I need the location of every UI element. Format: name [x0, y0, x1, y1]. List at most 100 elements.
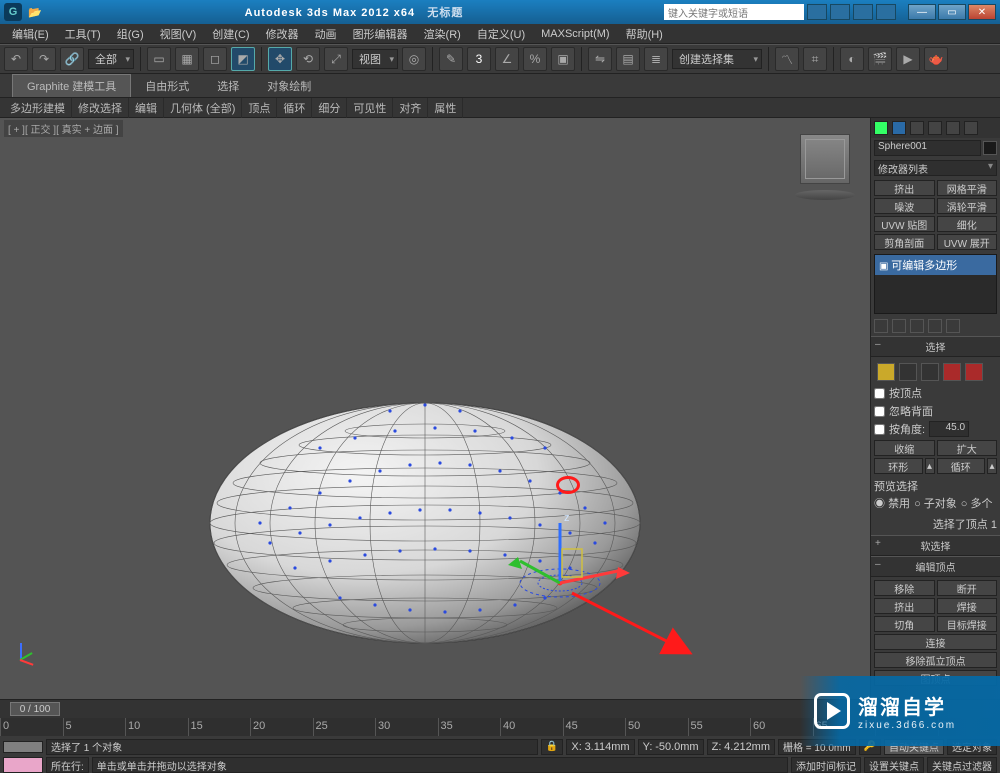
preset-uvwmap[interactable]: UVW 贴图: [874, 216, 935, 232]
tab-utility-icon[interactable]: [964, 121, 978, 135]
radio-multi[interactable]: ○ 多个: [961, 495, 993, 511]
rib2-modsel[interactable]: 修改选择: [72, 98, 129, 118]
close-button[interactable]: ✕: [968, 4, 996, 20]
object-color-swatch[interactable]: [983, 141, 997, 155]
select-region-button[interactable]: ◻: [203, 47, 227, 71]
rib2-geomall[interactable]: 几何体 (全部): [164, 98, 242, 118]
rib2-vis[interactable]: 可见性: [347, 98, 393, 118]
btn-target-weld[interactable]: 目标焊接: [937, 616, 998, 632]
btn-remove[interactable]: 移除: [874, 580, 935, 596]
redo-button[interactable]: ↷: [32, 47, 56, 71]
viewport-label[interactable]: [ + ][ 正交 ][ 真实 + 边面 ]: [4, 120, 123, 137]
angle-spinner[interactable]: 45.0: [929, 421, 969, 437]
rotate-button[interactable]: ⟲: [296, 47, 320, 71]
rib2-polymodel[interactable]: 多边形建模: [4, 98, 72, 118]
help-go-icon[interactable]: [807, 4, 827, 20]
undo-button[interactable]: ↶: [4, 47, 28, 71]
percent-snap-button[interactable]: %: [523, 47, 547, 71]
named-selection-combo[interactable]: 创建选择集: [672, 49, 762, 69]
show-end-icon[interactable]: [892, 319, 906, 333]
preset-refine[interactable]: 细化: [937, 216, 998, 232]
pin-stack-icon[interactable]: [874, 319, 888, 333]
btn-extrude[interactable]: 挤出: [874, 598, 935, 614]
menu-customize[interactable]: 自定义(U): [469, 26, 533, 42]
coord-z[interactable]: Z: 4.212mm: [707, 739, 775, 755]
manip-button[interactable]: ✎: [439, 47, 463, 71]
app-open-icon[interactable]: 📂: [26, 3, 44, 21]
coord-y[interactable]: Y: -50.0mm: [638, 739, 704, 755]
select-name-button[interactable]: ▦: [175, 47, 199, 71]
loop-spin-icon[interactable]: ▴: [987, 458, 997, 474]
btn-loop[interactable]: 循环: [937, 458, 986, 474]
viewport-persp[interactable]: [ + ][ 正交 ][ 真实 + 边面 ]: [0, 118, 870, 699]
tab-hierarchy-icon[interactable]: [910, 121, 924, 135]
menu-edit[interactable]: 编辑(E): [4, 26, 57, 42]
menu-help[interactable]: 帮助(H): [618, 26, 671, 42]
menu-render[interactable]: 渲染(R): [416, 26, 469, 42]
tab-create-icon[interactable]: [874, 121, 888, 135]
preset-meshsmooth[interactable]: 网格平滑: [937, 180, 998, 196]
viewcube-face-icon[interactable]: [800, 134, 850, 184]
schematic-view-button[interactable]: ⌗: [803, 47, 827, 71]
minimize-button[interactable]: —: [908, 4, 936, 20]
menu-group[interactable]: 组(G): [109, 26, 152, 42]
chk-by-vertex[interactable]: 按顶点: [874, 384, 997, 402]
snap-toggle-button[interactable]: 3: [467, 47, 491, 71]
time-slider-knob[interactable]: 0 / 100: [10, 702, 60, 716]
ribbon-tab-freeform[interactable]: 自由形式: [131, 75, 203, 97]
select-button[interactable]: ▭: [147, 47, 171, 71]
render-setup-button[interactable]: 🎬: [868, 47, 892, 71]
menu-tools[interactable]: 工具(T): [57, 26, 109, 42]
menu-maxscript[interactable]: MAXScript(M): [533, 28, 617, 40]
preset-uvwunwrap[interactable]: UVW 展开: [937, 234, 998, 250]
chk-by-angle[interactable]: 按角度: 45.0: [874, 420, 997, 438]
app-logo-icon[interactable]: G: [4, 3, 22, 21]
favorite-icon[interactable]: [830, 4, 850, 20]
unique-icon[interactable]: [910, 319, 924, 333]
mirror-button[interactable]: ⇋: [588, 47, 612, 71]
tab-motion-icon[interactable]: [928, 121, 942, 135]
btn-remove-iso[interactable]: 移除孤立顶点: [874, 652, 997, 668]
spinner-snap-button[interactable]: ▣: [551, 47, 575, 71]
filter-combo[interactable]: 全部: [88, 49, 134, 69]
rib2-edit[interactable]: 编辑: [129, 98, 164, 118]
btn-chamfer[interactable]: 切角: [874, 616, 935, 632]
config-icon[interactable]: [946, 319, 960, 333]
btn-ring[interactable]: 环形: [874, 458, 923, 474]
object-name-input[interactable]: Sphere001: [874, 140, 981, 156]
tab-modify-icon[interactable]: [892, 121, 906, 135]
refcoord-combo[interactable]: 视图: [352, 49, 398, 69]
menu-grapheditor[interactable]: 图形编辑器: [345, 26, 416, 42]
modifier-stack[interactable]: ▣ 可编辑多边形: [874, 254, 997, 314]
preset-chamfer[interactable]: 剪角剖面: [874, 234, 935, 250]
so-element-icon[interactable]: [965, 363, 983, 381]
modifier-list-combo[interactable]: 修改器列表: [874, 160, 997, 176]
ring-spin-icon[interactable]: ▴: [925, 458, 935, 474]
layer-button[interactable]: ≣: [644, 47, 668, 71]
so-border-icon[interactable]: [921, 363, 939, 381]
help-search-input[interactable]: 键入关键字或短语: [664, 4, 804, 20]
coord-x[interactable]: X: 3.114mm: [566, 739, 634, 755]
rib2-loop[interactable]: 循环: [277, 98, 312, 118]
menu-animation[interactable]: 动画: [307, 26, 345, 42]
btn-grow[interactable]: 扩大: [937, 440, 998, 456]
remove-mod-icon[interactable]: [928, 319, 942, 333]
center-pivot-button[interactable]: ◎: [402, 47, 426, 71]
preset-extrude[interactable]: 挤出: [874, 180, 935, 196]
quick-render-button[interactable]: 🫖: [924, 47, 948, 71]
radio-disable[interactable]: ◉ 禁用: [874, 495, 910, 511]
ribbon-tab-graphite[interactable]: Graphite 建模工具: [12, 74, 131, 97]
link-button[interactable]: 🔗: [60, 47, 84, 71]
chk-ignore-back[interactable]: 忽略背面: [874, 402, 997, 420]
rib2-props[interactable]: 属性: [428, 98, 463, 118]
render-frame-button[interactable]: ▶: [896, 47, 920, 71]
so-poly-icon[interactable]: [943, 363, 961, 381]
help-icon[interactable]: [876, 4, 896, 20]
stack-item-editpoly[interactable]: ▣ 可编辑多边形: [875, 255, 996, 275]
radio-subobj[interactable]: ○ 子对象: [914, 495, 957, 511]
add-time-tag[interactable]: 添加时间标记: [791, 757, 861, 773]
align-button[interactable]: ▤: [616, 47, 640, 71]
scene-object-sphere[interactable]: z: [200, 393, 650, 663]
rib2-subdiv[interactable]: 细分: [312, 98, 347, 118]
material-editor-button[interactable]: ◐: [840, 47, 864, 71]
